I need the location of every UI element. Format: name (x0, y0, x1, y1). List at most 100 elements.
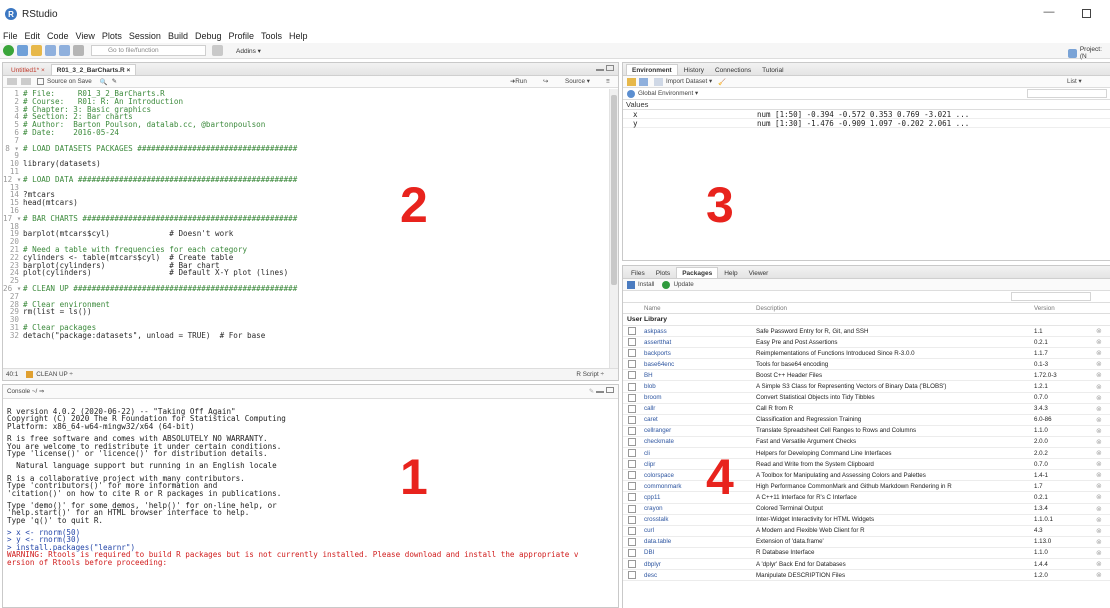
update-button[interactable]: Update (673, 281, 693, 288)
save-workspace-icon[interactable] (639, 77, 648, 86)
package-name-link[interactable]: clipr (644, 461, 756, 468)
run-button[interactable]: ➜Run (510, 78, 527, 85)
menu-profile[interactable]: Profile (229, 31, 255, 41)
package-name-link[interactable]: dbplyr (644, 561, 756, 568)
back-icon[interactable] (7, 78, 17, 85)
tab-tutorial[interactable]: Tutorial (757, 64, 788, 75)
package-name-link[interactable]: callr (644, 405, 756, 412)
open-file-icon[interactable] (31, 45, 42, 56)
source-on-save-checkbox[interactable] (37, 78, 44, 85)
remove-package-icon[interactable]: ⊗ (1096, 460, 1102, 468)
environment-search-input[interactable] (1027, 89, 1107, 98)
import-dataset-button[interactable]: Import Dataset ▾ (666, 78, 712, 85)
package-load-checkbox[interactable] (628, 393, 636, 402)
list-view-menu[interactable]: List ▾ (1067, 78, 1082, 85)
remove-package-icon[interactable]: ⊗ (1096, 505, 1102, 513)
package-load-checkbox[interactable] (628, 571, 636, 580)
tab-files[interactable]: Files (626, 267, 650, 278)
menu-build[interactable]: Build (168, 31, 188, 41)
code-line[interactable]: 14 ?mtcars (3, 191, 609, 199)
package-load-checkbox[interactable] (628, 371, 636, 380)
editor-scrollbar[interactable] (609, 89, 618, 368)
package-name-link[interactable]: backports (644, 350, 756, 357)
package-load-checkbox[interactable] (628, 482, 636, 491)
package-load-checkbox[interactable] (628, 526, 636, 535)
console-output[interactable]: R version 4.0.2 (2020-06-22) -- "Taking … (7, 403, 608, 607)
tab-connections[interactable]: Connections (710, 64, 756, 75)
package-name-link[interactable]: data.table (644, 538, 756, 545)
save-icon[interactable] (45, 45, 56, 56)
package-load-checkbox[interactable] (628, 504, 636, 513)
search-icon[interactable]: 🔍 (100, 78, 108, 86)
code-line[interactable]: 15 head(mtcars) (3, 199, 609, 207)
go-to-file-input[interactable]: Go to file/function (91, 45, 206, 56)
code-line[interactable]: 6 # Date: 2016-05-24 (3, 129, 609, 137)
menu-code[interactable]: Code (47, 31, 69, 41)
package-name-link[interactable]: desc (644, 572, 756, 579)
remove-package-icon[interactable]: ⊗ (1096, 327, 1102, 335)
package-load-checkbox[interactable] (628, 360, 636, 369)
remove-package-icon[interactable]: ⊗ (1096, 360, 1102, 368)
menu-session[interactable]: Session (129, 31, 161, 41)
package-name-link[interactable]: cli (644, 450, 756, 457)
code-line[interactable]: 17 ▾ # BAR CHARTS #######################… (3, 214, 609, 223)
remove-package-icon[interactable]: ⊗ (1096, 427, 1102, 435)
menu-edit[interactable]: Edit (25, 31, 41, 41)
tab-plots[interactable]: Plots (651, 267, 675, 278)
package-name-link[interactable]: crayon (644, 505, 756, 512)
remove-package-icon[interactable]: ⊗ (1096, 438, 1102, 446)
package-load-checkbox[interactable] (628, 349, 636, 358)
console-minimize-icon[interactable] (596, 387, 604, 393)
remove-package-icon[interactable]: ⊗ (1096, 516, 1102, 524)
remove-package-icon[interactable]: ⊗ (1096, 449, 1102, 457)
rerun-icon[interactable]: ↪ (543, 78, 548, 85)
tab-packages[interactable]: Packages (676, 267, 719, 278)
maximize-button[interactable] (1082, 9, 1091, 18)
package-load-checkbox[interactable] (628, 515, 636, 524)
broom-icon[interactable]: 🧹 (718, 78, 726, 86)
remove-package-icon[interactable]: ⊗ (1096, 338, 1102, 346)
package-name-link[interactable]: cellranger (644, 427, 756, 434)
menu-debug[interactable]: Debug (195, 31, 222, 41)
print-icon[interactable] (73, 45, 84, 56)
menu-help[interactable]: Help (289, 31, 308, 41)
section-navigator[interactable]: CLEAN UP ÷ (36, 371, 73, 378)
environment-row[interactable]: y num [1:30] -1.476 -0.909 1.097 -0.202 2… (623, 119, 1110, 128)
package-name-link[interactable]: caret (644, 416, 756, 423)
header-name[interactable]: Name (644, 305, 756, 312)
package-load-checkbox[interactable] (628, 460, 636, 469)
code-line[interactable]: 24 plot(cylinders) # Default X-Y plot (li… (3, 269, 609, 277)
package-name-link[interactable]: BH (644, 372, 756, 379)
remove-package-icon[interactable]: ⊗ (1096, 482, 1102, 490)
code-line[interactable]: 13 (3, 183, 609, 192)
package-load-checkbox[interactable] (628, 548, 636, 557)
remove-package-icon[interactable]: ⊗ (1096, 394, 1102, 402)
tab-history[interactable]: History (679, 64, 709, 75)
remove-package-icon[interactable]: ⊗ (1096, 571, 1102, 579)
package-load-checkbox[interactable] (628, 426, 636, 435)
code-line[interactable]: 19 barplot(mtcars$cyl) # Doesn't work (3, 230, 609, 238)
remove-package-icon[interactable]: ⊗ (1096, 493, 1102, 501)
remove-package-icon[interactable]: ⊗ (1096, 371, 1102, 379)
project-menu[interactable]: Project: (N (1068, 46, 1110, 60)
package-load-checkbox[interactable] (628, 404, 636, 413)
code-line[interactable]: 12 ▾ # LOAD DATA ########################… (3, 175, 609, 184)
header-version[interactable]: Version (1034, 305, 1096, 312)
header-description[interactable]: Description (756, 305, 1034, 312)
menu-plots[interactable]: Plots (102, 31, 122, 41)
addins-menu[interactable]: Addins ▾ (236, 47, 261, 55)
minimize-pane-icon[interactable] (596, 65, 604, 71)
package-load-checkbox[interactable] (628, 382, 636, 391)
minimize-button[interactable]: — (1042, 6, 1056, 20)
menu-file[interactable]: File (3, 31, 18, 41)
remove-package-icon[interactable]: ⊗ (1096, 349, 1102, 357)
package-load-checkbox[interactable] (628, 437, 636, 446)
remove-package-icon[interactable]: ⊗ (1096, 549, 1102, 557)
code-line[interactable]: 28 # Clear environment (3, 300, 609, 309)
console-maximize-icon[interactable] (606, 387, 614, 393)
package-load-checkbox[interactable] (628, 537, 636, 546)
tab-untitled1[interactable]: Untitled1* × (6, 64, 50, 75)
tab-barcharts[interactable]: R01_3_2_BarCharts.R × (50, 64, 137, 75)
package-name-link[interactable]: commonmark (644, 483, 756, 490)
package-name-link[interactable]: checkmate (644, 438, 756, 445)
